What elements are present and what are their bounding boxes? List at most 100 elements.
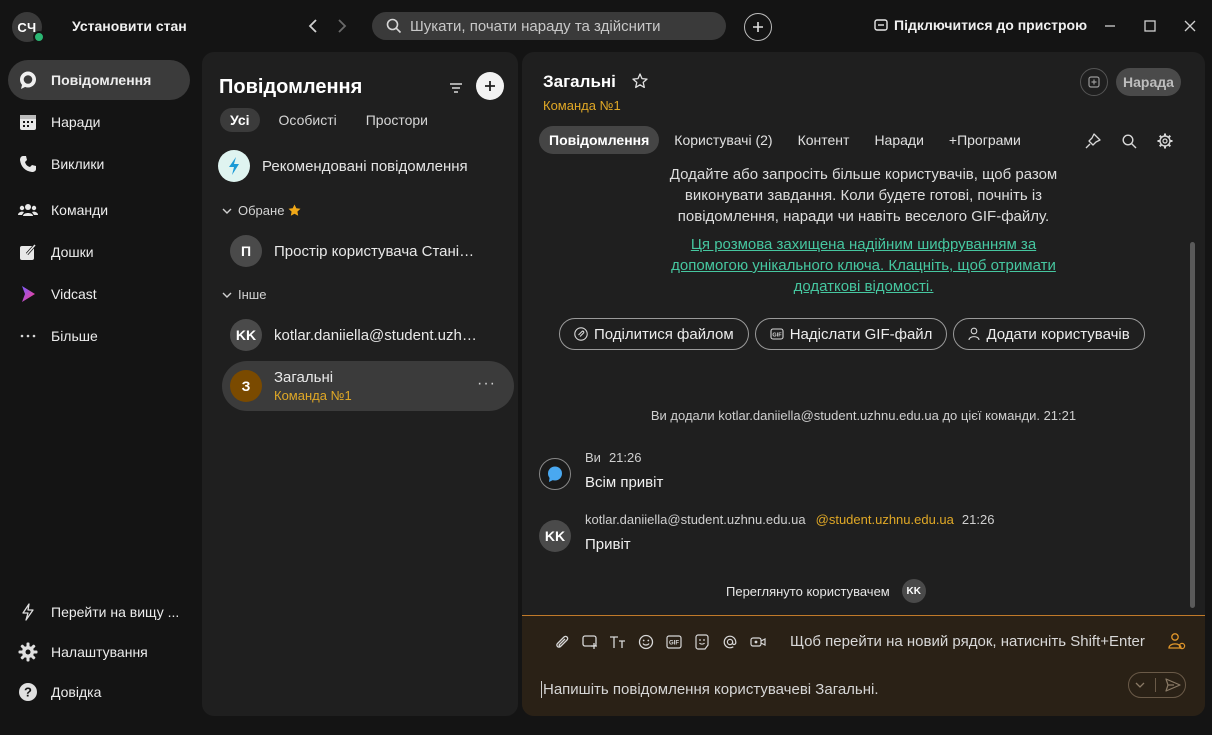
more-options-icon[interactable]: ··· <box>477 375 496 393</box>
top-bar: СЧ Установити стан Шукати, почати нараду… <box>0 0 1212 52</box>
chevron-down-icon <box>222 207 232 215</box>
tab-people[interactable]: Користувачі (2) <box>664 126 782 154</box>
nav-item-boards[interactable]: Дошки <box>8 232 190 272</box>
nav-item-more[interactable]: Більше <box>8 316 190 356</box>
tab-messages[interactable]: Повідомлення <box>539 126 660 154</box>
favorite-star-icon[interactable] <box>632 73 648 89</box>
nav-item-label: Дошки <box>51 244 94 260</box>
tab-content[interactable]: Контент <box>788 126 860 154</box>
conversation-item[interactable]: KK kotlar.daniiella@student.uzh… <box>222 310 514 360</box>
attach-file-icon[interactable] <box>552 632 572 652</box>
message-input[interactable]: Напишіть повідомлення користувачеві Зага… <box>541 681 879 698</box>
team-icon <box>17 199 39 221</box>
conversation-item[interactable]: П Простір користувача Стані… <box>222 226 514 276</box>
sender-domain-tag: @student.uzhnu.edu.ua <box>815 512 954 527</box>
own-avatar[interactable] <box>539 458 571 490</box>
nav-item-settings[interactable]: Налаштування <box>8 632 190 672</box>
pin-icon[interactable] <box>1084 132 1102 150</box>
space-team-link[interactable]: Команда №1 <box>543 98 621 113</box>
close-icon[interactable] <box>1180 16 1200 36</box>
share-file-button[interactable]: Поділитися файлом <box>559 318 749 350</box>
device-icon <box>874 19 888 31</box>
sender-avatar[interactable]: KK <box>539 520 571 552</box>
forward-arrow-icon[interactable] <box>330 14 354 38</box>
search-icon[interactable] <box>1120 132 1138 150</box>
empty-space-info: Додайте або запросіть більше користувачі… <box>669 166 1058 225</box>
person-icon <box>968 327 980 341</box>
svg-text:GIF: GIF <box>772 333 782 339</box>
composer-hint: Щоб перейти на новий рядок, натисніть Sh… <box>790 633 1145 650</box>
tab-meetings[interactable]: Наради <box>864 126 933 154</box>
read-receipt-label: Переглянуто користувачем <box>726 583 890 599</box>
mention-icon[interactable] <box>720 632 740 652</box>
maximize-icon[interactable] <box>1140 16 1160 36</box>
more-icon <box>17 325 39 347</box>
other-label: Інше <box>238 287 267 302</box>
nav-item-calls[interactable]: Виклики <box>8 144 190 184</box>
nav-item-vidcast[interactable]: Vidcast <box>8 274 190 314</box>
emoji-icon[interactable] <box>636 632 656 652</box>
add-conversation-button[interactable] <box>476 72 504 100</box>
conversation-name: Простір користувача Стані… <box>274 242 475 260</box>
lightning-badge-icon <box>218 150 250 182</box>
add-to-space-button[interactable] <box>1080 68 1108 96</box>
main-conversation-pane: Загальні Команда №1 Нарада Повідомлення … <box>522 52 1205 716</box>
sticker-icon[interactable] <box>692 632 712 652</box>
other-section-header[interactable]: Інше <box>222 287 266 302</box>
video-message-icon[interactable] <box>748 632 768 652</box>
vidcast-icon <box>17 283 39 305</box>
gif-icon[interactable]: GIF <box>664 632 684 652</box>
tab-apps[interactable]: +Програми <box>939 126 1031 154</box>
filter-icon[interactable] <box>446 78 466 98</box>
encryption-info-link[interactable]: Ця розмова захищена надійним шифруванням… <box>522 234 1205 297</box>
conversation-item-selected[interactable]: З Загальні Команда №1 ··· <box>222 361 514 411</box>
share-file-label: Поділитися файлом <box>594 325 734 343</box>
tab-direct[interactable]: Особисті <box>269 108 347 132</box>
send-gif-button[interactable]: GIF Надіслати GIF-файл <box>754 318 948 350</box>
system-message: Ви додали kotlar.daniiella@student.uzhnu… <box>650 408 1077 423</box>
new-plus-button[interactable] <box>744 13 772 41</box>
message-sender[interactable]: kotlar.daniiella@student.uzhnu.edu.ua <box>585 512 806 527</box>
whiteboard-icon <box>17 241 39 263</box>
tab-spaces[interactable]: Простори <box>356 108 438 132</box>
back-arrow-icon[interactable] <box>301 14 325 38</box>
nav-item-help[interactable]: ? Довідка <box>8 672 190 712</box>
nav-item-upgrade[interactable]: Перейти на вищу ... <box>8 592 190 632</box>
search-input[interactable]: Шукати, почати нараду та здійснити <box>372 12 726 40</box>
send-icon[interactable] <box>1164 678 1181 692</box>
connect-device-button[interactable]: Підключитися до пристрою <box>874 17 1087 33</box>
connect-device-label: Підключитися до пристрою <box>894 17 1088 33</box>
screenshot-icon[interactable] <box>580 632 600 652</box>
set-status-button[interactable]: Установити стан <box>72 18 187 34</box>
minimize-icon[interactable] <box>1100 16 1120 36</box>
conversation-avatar: KK <box>230 319 262 351</box>
nav-item-teams[interactable]: Команди <box>8 190 190 230</box>
favorites-section-header[interactable]: Обране <box>222 203 301 218</box>
recommended-messages[interactable]: Рекомендовані повідомлення <box>218 150 468 182</box>
person-alert-icon[interactable] <box>1168 632 1186 650</box>
text-format-icon[interactable] <box>608 632 628 652</box>
read-receipt-avatar[interactable]: KK <box>901 579 926 603</box>
read-receipt: Переглянуто користувачем KK <box>726 579 926 603</box>
nav-item-meetings[interactable]: Наради <box>8 102 190 142</box>
send-options-chevron-icon[interactable] <box>1134 680 1146 690</box>
tab-all[interactable]: Усі <box>220 108 260 132</box>
presence-indicator <box>33 31 45 43</box>
nav-item-messages[interactable]: Повідомлення <box>8 60 190 100</box>
add-people-label: Додати користувачів <box>986 325 1130 343</box>
meet-button[interactable]: Нарада <box>1116 68 1181 96</box>
message-time: 21:26 <box>608 450 642 465</box>
conversation-list-pane: Повідомлення Усі Особисті Простори Реком… <box>202 52 518 716</box>
gear-icon[interactable] <box>1156 132 1174 150</box>
space-tabs: Повідомлення Користувачі (2) Контент Нар… <box>539 126 1036 154</box>
nav-item-label: Команди <box>51 202 109 218</box>
message-scrollbar[interactable] <box>1190 242 1195 608</box>
send-gif-label: Надіслати GIF-файл <box>789 325 933 343</box>
space-title: Загальні <box>543 72 616 91</box>
list-title: Повідомлення <box>219 76 363 98</box>
conversation-avatar: З <box>230 370 262 402</box>
list-filter-tabs: Усі Особисті Простори <box>220 108 447 132</box>
add-people-button[interactable]: Додати користувачів <box>953 318 1145 350</box>
nav-item-label: Більше <box>51 328 98 344</box>
favorites-label: Обране <box>238 203 285 218</box>
